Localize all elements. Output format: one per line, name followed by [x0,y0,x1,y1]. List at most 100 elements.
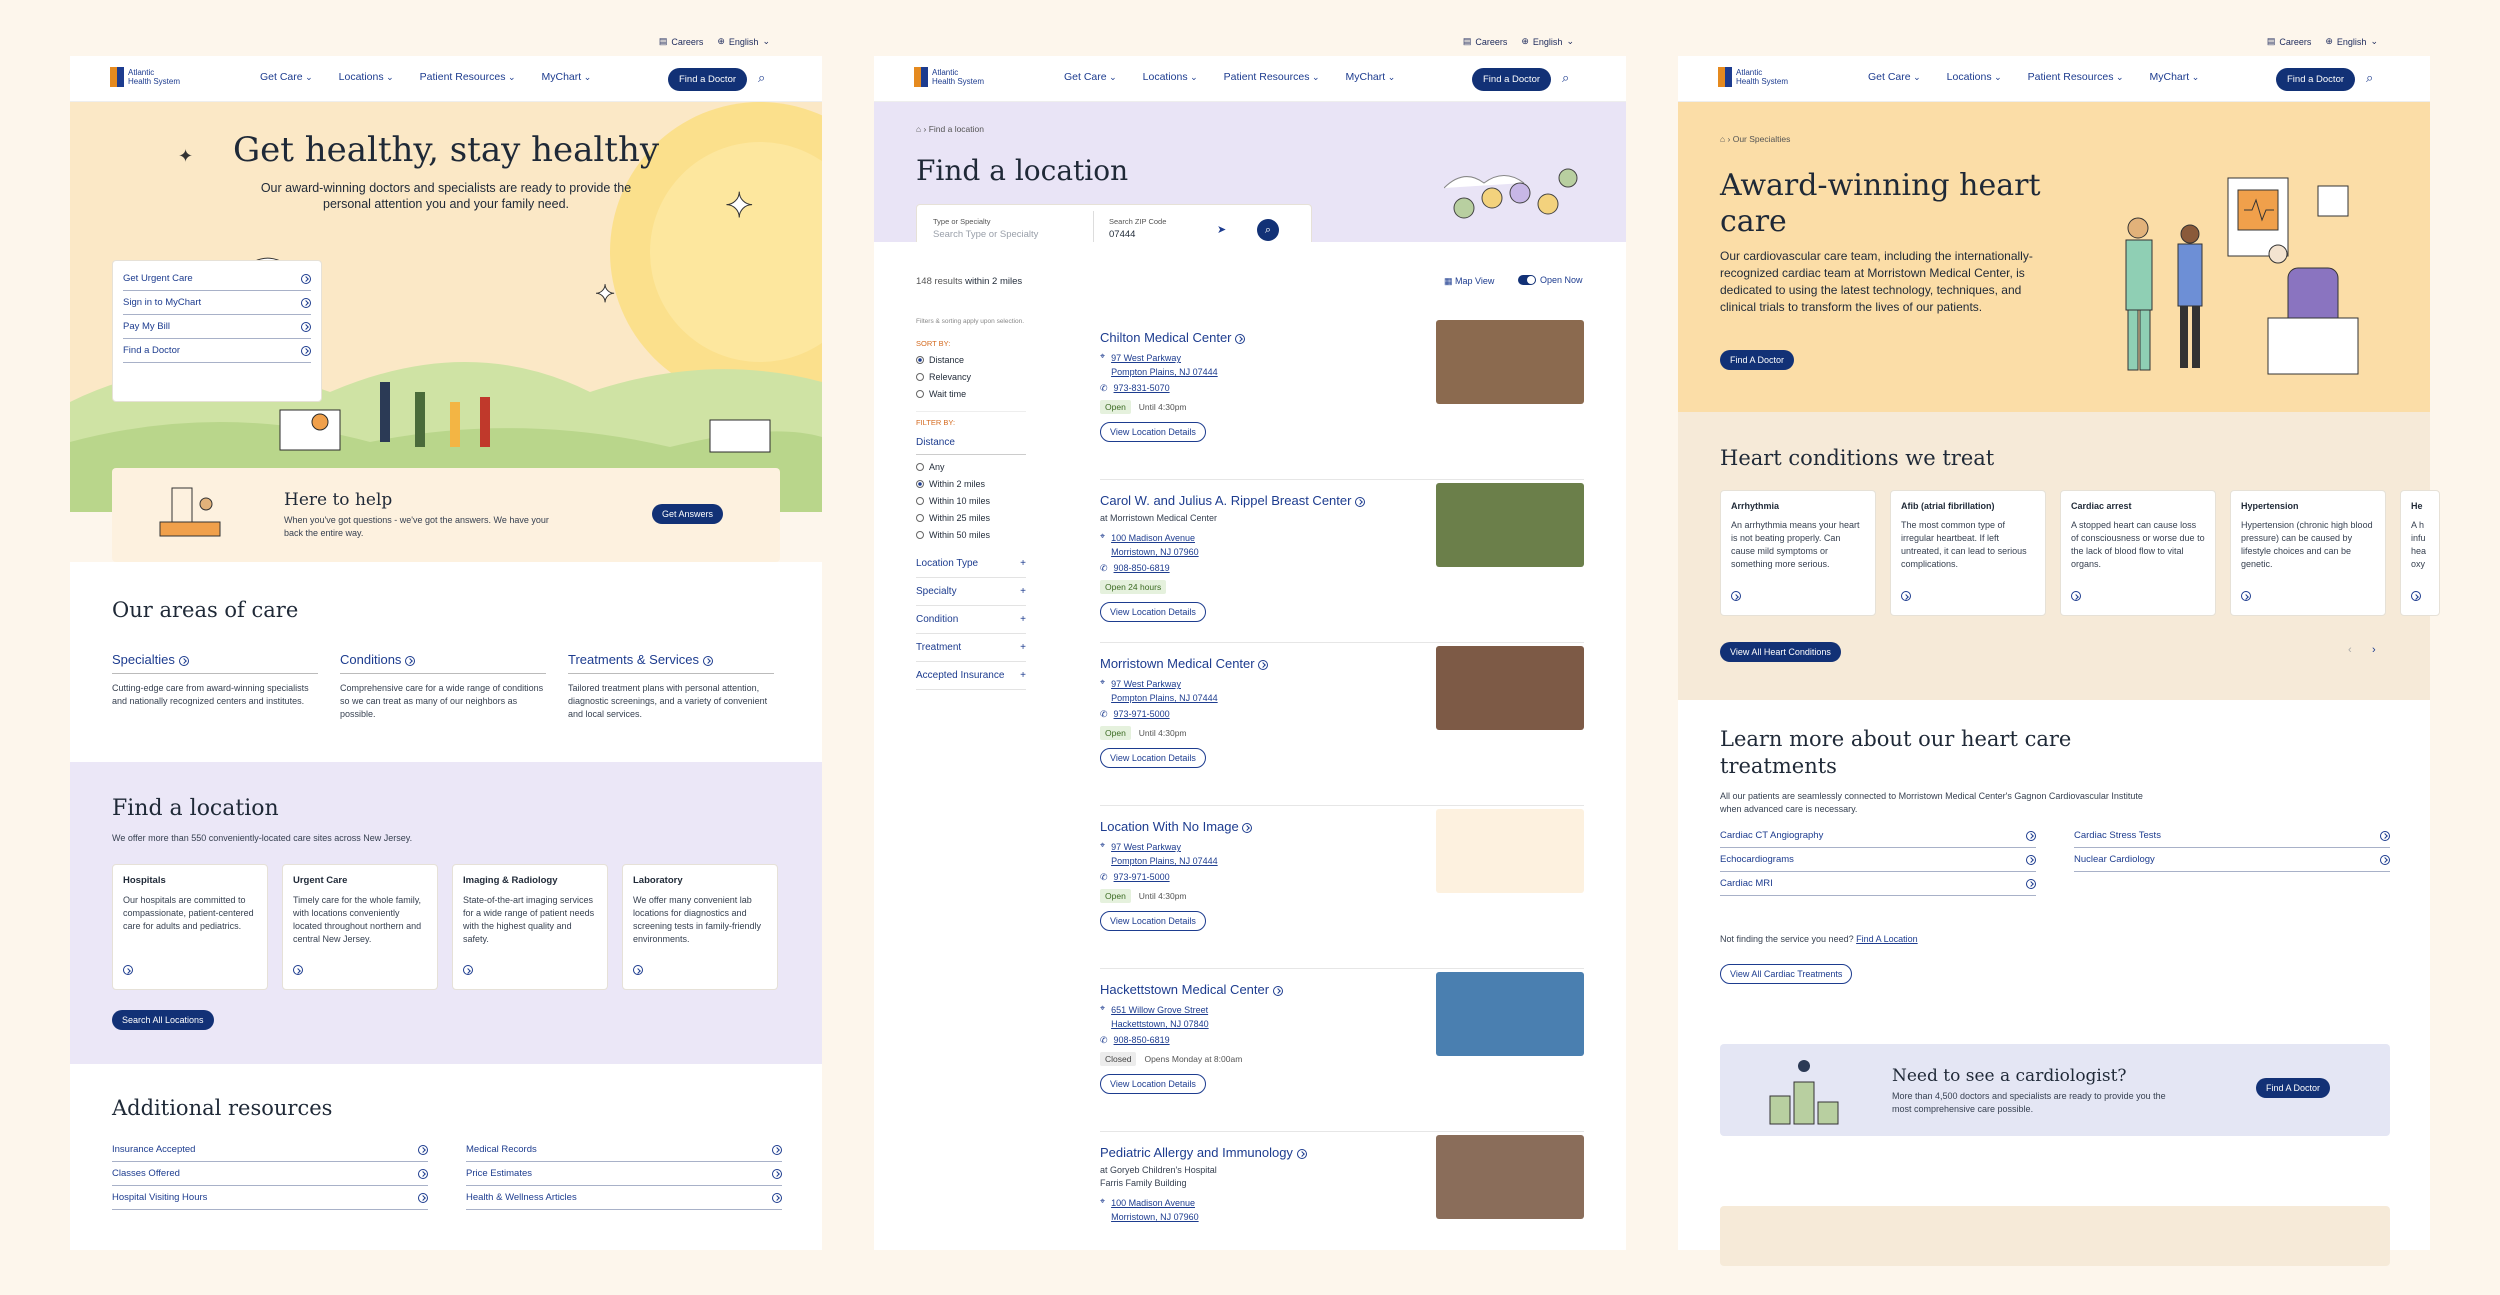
logo[interactable]: Atlantic Health System [1718,67,1798,87]
resource-visiting-hours[interactable]: Hospital Visiting Hours [112,1186,428,1210]
loc-card-urgent-care[interactable]: Urgent Care Timely care for the whole fam… [282,864,438,990]
find-location-link[interactable]: Find A Location [1856,934,1918,944]
location-address[interactable]: 97 West Parkway Pompton Plains, NJ 07444 [1111,677,1218,705]
nav-locations[interactable]: Locations [339,71,394,83]
resource-wellness-articles[interactable]: Health & Wellness Articles [466,1186,782,1210]
radio[interactable] [916,463,924,471]
sort-option[interactable]: Distance [916,355,1026,365]
treatment-link[interactable]: Cardiac Stress Tests [2074,824,2390,848]
nav-get-care[interactable]: Get Care [1868,71,1921,83]
location-address[interactable]: 651 Willow Grove Street Hackettstown, NJ … [1111,1003,1209,1031]
radio[interactable] [916,497,924,505]
carousel-next-icon[interactable]: › [2372,644,2376,656]
treatment-link[interactable]: Nuclear Cardiology [2074,848,2390,872]
resource-medical-records[interactable]: Medical Records [466,1138,782,1162]
condition-card[interactable]: He A h infu hea oxy [2400,490,2440,616]
locate-me-icon[interactable]: ➤ [1217,223,1226,236]
zip-input[interactable]: 07444 [1109,229,1135,240]
treatment-link[interactable]: Echocardiograms [1720,848,2036,872]
view-location-details-button[interactable]: View Location Details [1100,602,1206,622]
logo[interactable]: Atlantic Health System [914,67,994,87]
search-all-locations-button[interactable]: Search All Locations [112,1010,214,1030]
radio[interactable] [916,390,924,398]
distance-option[interactable]: Within 25 miles [916,513,1026,523]
nav-get-care[interactable]: Get Care [260,71,313,83]
find-doctor-button[interactable]: Find a Doctor [668,68,748,91]
sort-option[interactable]: Wait time [916,389,1026,399]
nav-patient-resources[interactable]: Patient Resources [420,71,516,83]
location-phone[interactable]: 973-971-5000 [1114,709,1170,720]
nav-mychart[interactable]: MyChart [1346,71,1396,83]
loc-card-laboratory[interactable]: Laboratory We offer many convenient lab l… [622,864,778,990]
facet-2[interactable]: Condition + [916,606,1026,634]
view-location-details-button[interactable]: View Location Details [1100,422,1206,442]
view-all-treatments-button[interactable]: View All Cardiac Treatments [1720,964,1853,984]
radio[interactable] [916,373,924,381]
view-location-details-button[interactable]: View Location Details [1100,748,1206,768]
map-view-link[interactable]: ▦ Map View [1444,276,1494,287]
treatment-link[interactable]: Cardiac CT Angiography [1720,824,2036,848]
distance-option[interactable]: Within 2 miles [916,479,1026,489]
radio[interactable] [916,514,924,522]
radio[interactable] [916,480,924,488]
distance-option[interactable]: Within 10 miles [916,496,1026,506]
carousel-prev-icon[interactable]: ‹ [2348,644,2352,656]
location-phone[interactable]: 973-971-5000 [1114,872,1170,883]
sort-option[interactable]: Relevancy [916,372,1026,382]
banner-find-doctor-button[interactable]: Find A Doctor [2256,1078,2331,1098]
area-treatments[interactable]: Treatments & Services Tailored treatment… [568,652,774,721]
resource-classes[interactable]: Classes Offered [112,1162,428,1186]
radio[interactable] [916,531,924,539]
nav-locations[interactable]: Locations [1143,71,1198,83]
location-phone[interactable]: 973-831-5070 [1114,383,1170,394]
language-select[interactable]: ⊕ English ⌄ [1521,36,1574,47]
nav-locations[interactable]: Locations [1947,71,2002,83]
location-address[interactable]: 97 West Parkway Pompton Plains, NJ 07444 [1111,840,1218,868]
location-address[interactable]: 100 Madison Avenue Morristown, NJ 07960 [1111,531,1199,559]
view-all-conditions-button[interactable]: View All Heart Conditions [1720,642,1841,662]
get-answers-button[interactable]: Get Answers [652,504,724,524]
search-icon[interactable]: ⌕ [758,70,765,86]
location-phone[interactable]: 908-850-6819 [1114,563,1170,574]
nav-mychart[interactable]: MyChart [542,71,592,83]
quick-link-urgent-care[interactable]: Get Urgent Care [123,267,311,291]
open-now-toggle[interactable]: Open Now [1518,275,1583,285]
quick-link-pay-bill[interactable]: Pay My Bill [123,315,311,339]
search-icon[interactable]: ⌕ [1562,70,1569,86]
facet-1[interactable]: Specialty + [916,578,1026,606]
find-doctor-button[interactable]: Find a Doctor [1472,68,1552,91]
nav-patient-resources[interactable]: Patient Resources [1224,71,1320,83]
search-icon[interactable]: ⌕ [2366,70,2373,86]
logo[interactable]: Atlantic Health System [110,67,190,87]
hero-find-doctor-button[interactable]: Find A Doctor [1720,350,1795,370]
home-icon[interactable]: ⌂ [1720,134,1725,144]
radio[interactable] [916,356,924,364]
location-phone[interactable]: 908-850-6819 [1114,1035,1170,1046]
distance-option[interactable]: Within 50 miles [916,530,1026,540]
nav-get-care[interactable]: Get Care [1064,71,1117,83]
treatment-link[interactable]: Cardiac MRI [1720,872,2036,896]
facet-0[interactable]: Location Type + [916,550,1026,578]
view-location-details-button[interactable]: View Location Details [1100,1074,1206,1094]
loc-card-hospitals[interactable]: Hospitals Our hospitals are committed to … [112,864,268,990]
resource-insurance[interactable]: Insurance Accepted [112,1138,428,1162]
careers-link[interactable]: ▤ Careers [1463,36,1508,47]
language-select[interactable]: ⊕ English ⌄ [2325,36,2378,47]
condition-card[interactable]: Arrhythmia An arrhythmia means your heart… [1720,490,1876,616]
careers-link[interactable]: ▤ Careers [2267,36,2312,47]
resource-price-estimates[interactable]: Price Estimates [466,1162,782,1186]
condition-card[interactable]: Afib (atrial fibrillation) The most commo… [1890,490,2046,616]
loc-card-imaging[interactable]: Imaging & Radiology State-of-the-art imag… [452,864,608,990]
careers-link[interactable]: ▤ Careers [659,36,704,47]
type-specialty-input[interactable]: Search Type or Specialty [933,229,1038,240]
condition-card[interactable]: Cardiac arrest A stopped heart can cause … [2060,490,2216,616]
nav-patient-resources[interactable]: Patient Resources [2028,71,2124,83]
facet-4[interactable]: Accepted Insurance + [916,662,1026,690]
home-icon[interactable]: ⌂ [916,124,921,134]
view-location-details-button[interactable]: View Location Details [1100,911,1206,931]
condition-card[interactable]: Hypertension Hypertension (chronic high b… [2230,490,2386,616]
find-doctor-button[interactable]: Find a Doctor [2276,68,2356,91]
distance-option[interactable]: Any [916,462,1026,472]
location-address[interactable]: 97 West Parkway Pompton Plains, NJ 07444 [1111,351,1218,379]
quick-link-mychart[interactable]: Sign in to MyChart [123,291,311,315]
